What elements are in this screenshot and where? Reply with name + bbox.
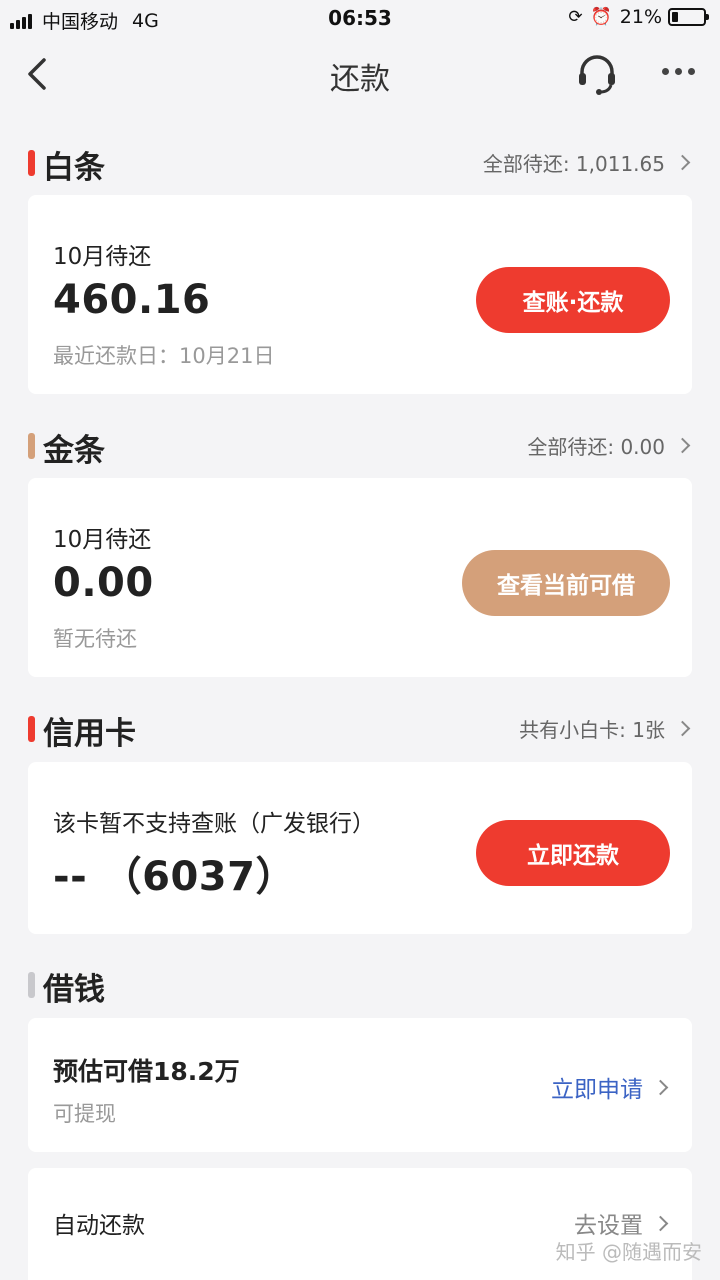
headset-icon[interactable] bbox=[574, 52, 620, 96]
chevron-right-icon bbox=[652, 1215, 669, 1231]
baitiao-label: 10月待还 bbox=[53, 244, 152, 270]
credit-card-number: -- （6037） bbox=[53, 854, 296, 900]
section-header-credit-card: 信用卡 共有小白卡: 1张 bbox=[28, 708, 692, 752]
view-bill-repay-button[interactable]: 查账·还款 bbox=[476, 267, 670, 333]
section-title: 信用卡 bbox=[43, 716, 136, 752]
baitiao-summary-link[interactable]: 全部待还: 1,011.65 bbox=[483, 148, 692, 177]
credit-card-card: 该卡暂不支持查账（广发银行） -- （6037） 立即还款 bbox=[28, 762, 692, 934]
nav-bar: 还款 bbox=[0, 40, 720, 108]
loan-withdraw-note: 可提现 bbox=[53, 1102, 116, 1126]
battery-icon bbox=[668, 8, 709, 26]
view-available-loan-button[interactable]: 查看当前可借 bbox=[462, 550, 670, 616]
more-dots-icon[interactable] bbox=[662, 68, 701, 75]
repay-now-button[interactable]: 立即还款 bbox=[476, 820, 670, 886]
baitiao-amount: 460.16 bbox=[53, 277, 211, 323]
section-title: 金条 bbox=[43, 433, 105, 469]
battery-fill bbox=[672, 12, 679, 22]
jintiao-amount: 0.00 bbox=[53, 560, 154, 606]
chevron-right-icon bbox=[652, 1079, 669, 1095]
apply-now-link[interactable]: 立即申请 bbox=[551, 1070, 670, 1104]
baitiao-due-date: 最近还款日：10月21日 bbox=[53, 344, 275, 368]
status-right: ⟳ ⏰ 21% bbox=[568, 6, 709, 28]
section-title: 借钱 bbox=[43, 972, 105, 1008]
status-bar: 中国移动 4G 06:53 ⟳ ⏰ 21% bbox=[0, 0, 720, 36]
jintiao-summary-link[interactable]: 全部待还: 0.00 bbox=[527, 431, 692, 460]
loan-estimate: 预估可借18.2万 bbox=[53, 1057, 240, 1086]
chevron-right-icon bbox=[674, 437, 691, 454]
jintiao-summary: 全部待还: 0.00 bbox=[527, 435, 665, 459]
credit-card-summary: 共有小白卡: 1张 bbox=[519, 718, 665, 742]
orientation-lock-icon: ⟳ bbox=[568, 7, 583, 27]
watermark: 知乎 @随遇而安 bbox=[555, 1240, 702, 1264]
credit-card-label: 该卡暂不支持查账（广发银行） bbox=[53, 811, 375, 837]
section-mark bbox=[28, 972, 35, 998]
auto-repay-label: 自动还款 bbox=[53, 1213, 145, 1239]
jintiao-label: 10月待还 bbox=[53, 527, 152, 553]
apply-now-label: 立即申请 bbox=[551, 1077, 643, 1103]
loan-card[interactable]: 预估可借18.2万 可提现 立即申请 bbox=[28, 1018, 692, 1152]
jintiao-card: 10月待还 0.00 暂无待还 查看当前可借 bbox=[28, 478, 692, 677]
section-header-loan: 借钱 bbox=[28, 964, 692, 1008]
baitiao-card: 10月待还 460.16 最近还款日：10月21日 查账·还款 bbox=[28, 195, 692, 394]
alarm-icon: ⏰ bbox=[590, 7, 612, 27]
jintiao-status: 暂无待还 bbox=[53, 627, 137, 651]
section-header-baitiao: 白条 全部待还: 1,011.65 bbox=[28, 142, 692, 186]
baitiao-summary: 全部待还: 1,011.65 bbox=[482, 152, 665, 176]
go-settings-link[interactable]: 去设置 bbox=[574, 1206, 670, 1240]
section-mark bbox=[28, 716, 35, 742]
go-settings-label: 去设置 bbox=[574, 1213, 643, 1239]
chevron-right-icon bbox=[674, 720, 691, 737]
section-title: 白条 bbox=[43, 150, 105, 186]
section-mark bbox=[28, 150, 35, 176]
battery-percent: 21% bbox=[619, 6, 662, 28]
credit-card-summary-link[interactable]: 共有小白卡: 1张 bbox=[519, 714, 692, 743]
chevron-right-icon bbox=[674, 154, 691, 171]
section-header-jintiao: 金条 全部待还: 0.00 bbox=[28, 425, 692, 469]
section-mark bbox=[28, 433, 35, 459]
